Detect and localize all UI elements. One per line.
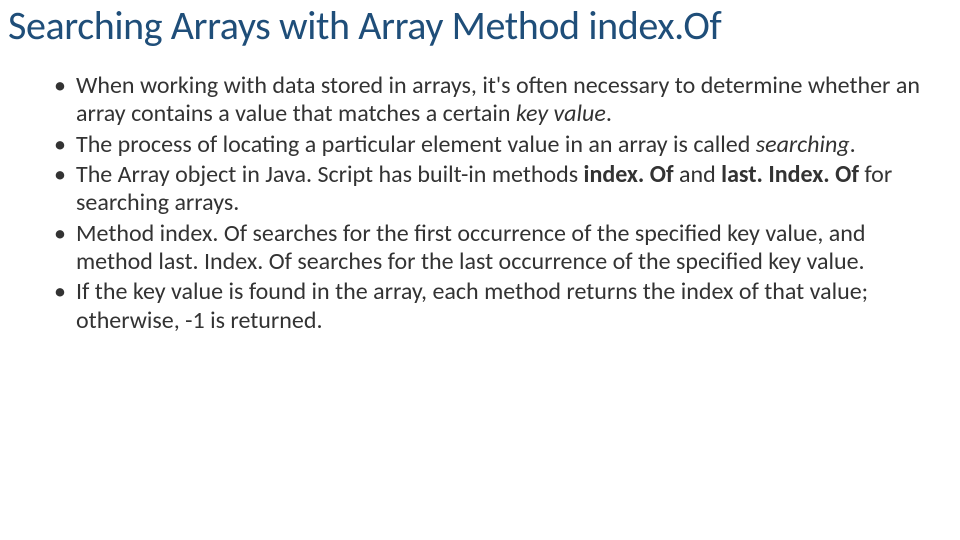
text-segment: The Array object in Java. Script has bui… — [76, 160, 584, 189]
list-item: Method index. Of searches for the first … — [48, 220, 920, 277]
slide: Searching Arrays with Array Method index… — [0, 0, 960, 540]
slide-body: When working with data stored in arrays,… — [0, 56, 960, 335]
text-segment: . — [850, 130, 856, 159]
list-item: If the key value is found in the array, … — [48, 278, 920, 335]
text-segment: Method index. Of searches for the first … — [76, 219, 866, 276]
list-item: The process of locating a particular ele… — [48, 131, 920, 159]
text-emphasis: last. Index. Of — [721, 160, 859, 189]
text-segment: When working with data stored in arrays,… — [76, 71, 920, 128]
slide-title: Searching Arrays with Array Method index… — [0, 0, 960, 56]
text-segment: and — [674, 160, 722, 189]
list-item: The Array object in Java. Script has bui… — [48, 161, 920, 218]
text-segment: . — [606, 99, 612, 128]
text-emphasis: searching — [756, 130, 850, 159]
text-emphasis: index. Of — [584, 160, 674, 189]
list-item: When working with data stored in arrays,… — [48, 72, 920, 129]
text-segment: If the key value is found in the array, … — [76, 277, 868, 334]
bullet-list: When working with data stored in arrays,… — [48, 72, 920, 335]
text-emphasis: key value — [516, 99, 606, 128]
text-segment: The process of locating a particular ele… — [76, 130, 756, 159]
